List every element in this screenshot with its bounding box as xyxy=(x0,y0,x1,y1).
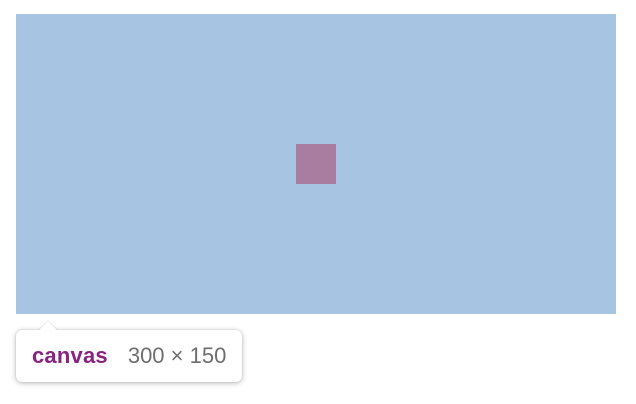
inspector-overlay: canvas 300 × 150 xyxy=(0,0,636,404)
tooltip-arrow xyxy=(38,321,58,331)
element-info-tooltip: canvas 300 × 150 xyxy=(16,321,243,382)
element-dimensions: 300 × 150 xyxy=(127,343,227,368)
element-tag-name: canvas xyxy=(32,343,108,368)
canvas-element-highlight[interactable] xyxy=(16,14,616,314)
canvas-drawn-square xyxy=(296,144,336,184)
